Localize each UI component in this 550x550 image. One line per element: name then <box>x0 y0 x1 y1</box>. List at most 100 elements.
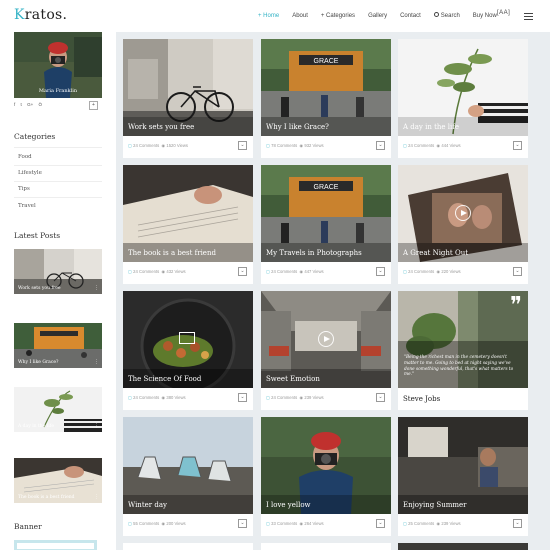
expand-button[interactable]: ⌄ <box>513 267 522 276</box>
site-logo[interactable]: Kratos. <box>14 7 67 23</box>
latest-post-item[interactable]: A day in the life ⋮ <box>14 387 102 432</box>
play-icon[interactable] <box>318 331 334 347</box>
latest-post-title: The book is a best friend <box>18 495 75 500</box>
svg-text:GRACE: GRACE <box>314 58 339 65</box>
category-travel[interactable]: Travel <box>18 203 36 209</box>
author-name: Maria Franklin <box>38 88 78 94</box>
category-lifestyle[interactable]: Lifestyle <box>18 170 42 176</box>
more-icon[interactable]: ⋮ <box>94 285 99 291</box>
latest-post-item[interactable]: The book is a best friend ⋮ <box>14 458 102 503</box>
post-title[interactable]: The Science Of Food <box>128 375 201 383</box>
expand-button[interactable]: ⌄ <box>238 393 247 402</box>
expand-button[interactable]: ⌄ <box>238 267 247 276</box>
expand-button[interactable]: ⌄ <box>376 267 385 276</box>
site-header: Kratos. + Home About + Categories Galler… <box>0 0 550 32</box>
facebook-icon[interactable]: f <box>14 102 15 107</box>
category-tips[interactable]: Tips <box>18 186 30 192</box>
post-title[interactable]: Why I like Grace? <box>266 123 329 131</box>
expand-button[interactable]: ⌄ <box>376 519 385 528</box>
post-card[interactable]: I love yellow ▢ 33 Comments ◉ 264 Views … <box>261 417 391 536</box>
post-meta: ▢ 24 Comments ◉ 432 Views <box>128 269 186 274</box>
latest-posts-title: Latest Posts <box>14 231 61 240</box>
post-title[interactable]: Sweet Emotion <box>266 375 320 383</box>
more-icon[interactable]: ⋮ <box>94 494 99 500</box>
expand-button[interactable]: ⌄ <box>238 141 247 150</box>
post-card[interactable]: The Science Of Food ▢ 24 Comments ◉ 380 … <box>123 291 253 410</box>
post-meta: ▢ 78 Comments ◉ 932 Views <box>266 143 324 148</box>
expand-button[interactable]: ⌄ <box>513 141 522 150</box>
post-card[interactable]: Sweet Emotion ▢ 24 Comments ◉ 239 Views … <box>261 291 391 410</box>
banner-ad[interactable] <box>14 540 97 550</box>
post-image: ❞ "Being the richest man in the cemetery… <box>398 291 528 388</box>
quote-author[interactable]: Steve Jobs <box>403 395 440 403</box>
post-image <box>123 291 253 388</box>
post-card[interactable]: A Great Night Out ▢ 24 Comments ◉ 220 Vi… <box>398 165 528 284</box>
latest-post-item[interactable]: Work sets you free ⋮ <box>14 249 102 294</box>
post-card[interactable]: Enjoying Summer ▢ 25 Comments ◉ 239 View… <box>398 417 528 536</box>
latest-post-title: Why I like Grace? <box>18 360 59 365</box>
expand-button[interactable]: + <box>89 101 98 110</box>
more-icon[interactable]: ⋮ <box>94 423 99 429</box>
font-size-control[interactable]: [AA] <box>497 10 510 16</box>
post-grid: Work sets you free ▢ 24 Comments ◉ 1520 … <box>116 32 550 550</box>
expand-button[interactable]: ⌄ <box>238 519 247 528</box>
post-meta: ▢ 24 Comments ◉ 220 Views <box>403 269 461 274</box>
expand-button[interactable]: ⌄ <box>376 141 385 150</box>
post-image: GRACE <box>261 165 391 262</box>
post-title[interactable]: The book is a best friend <box>128 249 216 257</box>
banner-title: Banner <box>14 522 42 531</box>
nav-contact[interactable]: Contact <box>400 13 421 19</box>
post-title[interactable]: My Travels in Photographs <box>266 249 362 257</box>
post-meta: ▢ 24 Comments ◉ 239 Views <box>266 395 324 400</box>
latest-post-title: Work sets you free <box>18 286 61 291</box>
twitter-icon[interactable]: t <box>21 102 22 107</box>
expand-button[interactable]: ⌄ <box>513 519 522 528</box>
post-card[interactable]: A day in the life ▢ 24 Comments ◉ 444 Vi… <box>398 39 528 158</box>
post-title[interactable]: Work sets you free <box>128 123 194 131</box>
post-meta: ▢ 33 Comments ◉ 264 Views <box>266 521 324 526</box>
expand-button[interactable]: ⌄ <box>376 393 385 402</box>
nav-gallery[interactable]: Gallery <box>368 13 387 19</box>
post-image <box>398 39 528 136</box>
category-food[interactable]: Food <box>18 154 32 160</box>
latest-post-title: A day in the life <box>18 424 54 429</box>
nav-categories[interactable]: + Categories <box>321 13 355 19</box>
image-icon <box>179 332 195 344</box>
menu-icon[interactable] <box>524 13 533 20</box>
post-card[interactable]: GRACE Why I like Grace? ▢ 78 Comments ◉ … <box>261 39 391 158</box>
post-title[interactable]: I love yellow <box>266 501 311 509</box>
post-card[interactable]: Work sets you free ▢ 24 Comments ◉ 1520 … <box>123 39 253 158</box>
post-image <box>261 291 391 388</box>
google-plus-icon[interactable]: G+ <box>27 102 33 107</box>
categories-title: Categories <box>14 132 56 141</box>
post-image <box>398 165 528 262</box>
post-card[interactable] <box>123 543 253 550</box>
divider <box>14 147 102 148</box>
play-icon[interactable] <box>455 205 471 221</box>
post-card[interactable] <box>261 543 391 550</box>
post-card[interactable]: GRACE My Travels in Photographs ▢ 24 Com… <box>261 165 391 284</box>
nav-search[interactable]: Search <box>433 12 460 19</box>
nav-buy-now[interactable]: Buy Now <box>473 13 497 19</box>
latest-post-item[interactable]: Why I like Grace? ⋮ <box>14 323 102 368</box>
post-image <box>398 417 528 514</box>
nav-about[interactable]: About <box>292 13 308 19</box>
main-nav: + Home About + Categories Gallery Contac… <box>258 12 510 19</box>
post-title[interactable]: Winter day <box>128 501 167 509</box>
post-image <box>261 417 391 514</box>
quote-icon: ❞ <box>510 293 522 318</box>
quote-card[interactable]: ❞ "Being the richest man in the cemetery… <box>398 291 528 410</box>
nav-home[interactable]: + Home <box>258 13 279 19</box>
pinterest-icon[interactable]: Ö <box>38 102 42 107</box>
post-card[interactable] <box>398 543 528 550</box>
post-title[interactable]: A Great Night Out <box>403 249 468 257</box>
post-image <box>123 417 253 514</box>
post-image: GRACE <box>261 39 391 136</box>
post-title[interactable]: A day in the life <box>403 123 459 131</box>
post-title[interactable]: Enjoying Summer <box>403 501 466 509</box>
more-icon[interactable]: ⋮ <box>94 359 99 365</box>
sidebar: Maria Franklin f t G+ Ö + Categories Foo… <box>0 32 116 550</box>
post-card[interactable]: Winter day ▢ 55 Comments ◉ 200 Views ⌄ <box>123 417 253 536</box>
post-meta: ▢ 24 Comments ◉ 380 Views <box>128 395 186 400</box>
post-card[interactable]: The book is a best friend ▢ 24 Comments … <box>123 165 253 284</box>
